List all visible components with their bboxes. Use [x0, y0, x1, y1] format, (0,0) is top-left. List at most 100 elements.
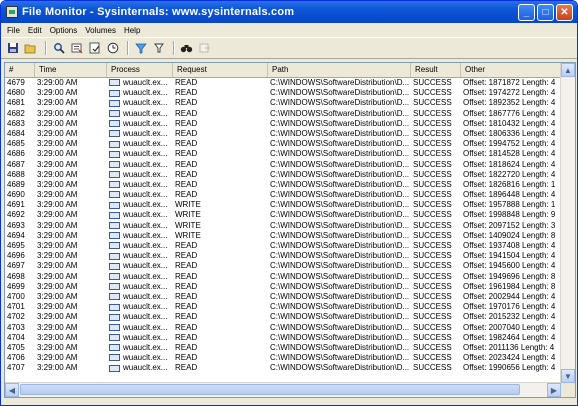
table-row[interactable]: 4686 3:29:00 AM wuauclt.ex... READ C:\WINDOW…: [5, 149, 561, 159]
process-icon: [109, 222, 120, 230]
row-request-text: WRITE: [175, 220, 201, 230]
row-process: wuauclt.ex...: [107, 180, 173, 190]
row-number-text: 4688: [7, 169, 25, 179]
table-row[interactable]: 4680 3:29:00 AM wuauclt.ex... READ C:\WINDOW…: [5, 88, 561, 98]
row-process: wuauclt.ex...: [107, 353, 173, 363]
row-time: 3:29:00 AM: [35, 292, 107, 302]
horizontal-scrollbar[interactable]: ◀ ▶: [5, 382, 561, 397]
row-other: Offset: 1896448 Length: 4: [461, 190, 561, 200]
row-process: wuauclt.ex...: [107, 231, 173, 241]
table-row[interactable]: 4696 3:29:00 AM wuauclt.ex... READ C:\WINDOW…: [5, 251, 561, 261]
process-icon: [109, 140, 120, 148]
table-row[interactable]: 4705 3:29:00 AM wuauclt.ex... READ C:\WINDOW…: [5, 343, 561, 353]
autoscroll-icon[interactable]: [87, 41, 102, 56]
capture-icon[interactable]: [69, 41, 84, 56]
table-row[interactable]: 4679 3:29:00 AM wuauclt.ex... READ C:\WINDOW…: [5, 78, 561, 88]
title-bar[interactable]: File Monitor - Sysinternals: www.sysinte…: [1, 1, 577, 23]
row-result: SUCCESS: [411, 312, 461, 322]
row-time-text: 3:29:00 AM: [37, 332, 78, 342]
row-number: 4685: [5, 139, 35, 149]
column-header-process[interactable]: Process: [107, 63, 173, 77]
table-row[interactable]: 4694 3:29:00 AM wuauclt.ex... WRITE C:\WINDO…: [5, 231, 561, 241]
row-path: C:\WINDOWS\SoftwareDistribution\D...: [268, 180, 411, 190]
column-header-path[interactable]: Path: [268, 63, 411, 77]
menu-edit[interactable]: Edit: [24, 26, 46, 35]
column-header-number[interactable]: #: [5, 63, 35, 77]
row-path: C:\WINDOWS\SoftwareDistribution\D...: [268, 221, 411, 231]
table-row[interactable]: 4691 3:29:00 AM wuauclt.ex... WRITE C:\WINDO…: [5, 200, 561, 210]
table-row[interactable]: 4695 3:29:00 AM wuauclt.ex... READ C:\WINDOW…: [5, 241, 561, 251]
maximize-button[interactable]: □: [537, 3, 554, 21]
row-process: wuauclt.ex...: [107, 282, 173, 292]
table-row[interactable]: 4704 3:29:00 AM wuauclt.ex... READ C:\WINDOW…: [5, 333, 561, 343]
table-row[interactable]: 4698 3:29:00 AM wuauclt.ex... READ C:\WINDOW…: [5, 272, 561, 282]
column-header-request[interactable]: Request: [173, 63, 268, 77]
row-result: SUCCESS: [411, 129, 461, 139]
table-row[interactable]: 4693 3:29:00 AM wuauclt.ex... WRITE C:\WINDO…: [5, 221, 561, 231]
scroll-down-button[interactable]: ▼: [561, 369, 575, 383]
find-icon[interactable]: [51, 41, 66, 56]
table-row[interactable]: 4683 3:29:00 AM wuauclt.ex... READ C:\WINDOW…: [5, 119, 561, 129]
process-icon: [109, 89, 120, 97]
toolbar-separator: [173, 41, 175, 55]
row-process-text: wuauclt.ex...: [123, 179, 168, 189]
jump-icon[interactable]: [197, 41, 212, 56]
column-header-other[interactable]: Other: [461, 63, 561, 77]
column-header-result[interactable]: Result: [411, 63, 461, 77]
event-list[interactable]: # Time Process Request Path Result Other…: [4, 62, 576, 398]
row-request: WRITE: [173, 200, 268, 210]
binoculars-icon[interactable]: [179, 41, 194, 56]
highlight-icon[interactable]: [151, 41, 166, 56]
row-result-text: SUCCESS: [413, 332, 452, 342]
table-row[interactable]: 4700 3:29:00 AM wuauclt.ex... READ C:\WINDOW…: [5, 292, 561, 302]
table-row[interactable]: 4682 3:29:00 AM wuauclt.ex... READ C:\WINDOW…: [5, 109, 561, 119]
table-row[interactable]: 4685 3:29:00 AM wuauclt.ex... READ C:\WINDOW…: [5, 139, 561, 149]
horizontal-scroll-thumb[interactable]: [20, 384, 520, 395]
process-icon: [109, 323, 120, 331]
filter-icon[interactable]: [133, 41, 148, 56]
table-row[interactable]: 4689 3:29:00 AM wuauclt.ex... READ C:\WINDOW…: [5, 180, 561, 190]
table-row[interactable]: 4701 3:29:00 AM wuauclt.ex... READ C:\WINDOW…: [5, 302, 561, 312]
row-process: wuauclt.ex...: [107, 241, 173, 251]
save-icon[interactable]: [5, 41, 20, 56]
menu-file[interactable]: File: [3, 26, 24, 35]
menu-help[interactable]: Help: [120, 26, 144, 35]
row-other: Offset: 1974272 Length: 4: [461, 88, 561, 98]
vertical-scrollbar[interactable]: ▲ ▼: [560, 63, 575, 383]
table-row[interactable]: 4702 3:29:00 AM wuauclt.ex... READ C:\WINDOW…: [5, 312, 561, 322]
row-result: SUCCESS: [411, 88, 461, 98]
row-process-text: wuauclt.ex...: [123, 291, 168, 301]
table-row[interactable]: 4707 3:29:00 AM wuauclt.ex... READ C:\WINDOW…: [5, 363, 561, 373]
table-row[interactable]: 4699 3:29:00 AM wuauclt.ex... READ C:\WINDOW…: [5, 282, 561, 292]
row-result: SUCCESS: [411, 333, 461, 343]
table-row[interactable]: 4706 3:29:00 AM wuauclt.ex... READ C:\WINDOW…: [5, 353, 561, 363]
table-row[interactable]: 4690 3:29:00 AM wuauclt.ex... READ C:\WINDOW…: [5, 190, 561, 200]
menu-options[interactable]: Options: [46, 26, 82, 35]
row-number-text: 4684: [7, 128, 25, 138]
row-process-text: wuauclt.ex...: [123, 169, 168, 179]
table-row[interactable]: 4688 3:29:00 AM wuauclt.ex... READ C:\WINDOW…: [5, 170, 561, 180]
row-request: READ: [173, 88, 268, 98]
table-row[interactable]: 4703 3:29:00 AM wuauclt.ex... READ C:\WINDOW…: [5, 323, 561, 333]
row-number: 4688: [5, 170, 35, 180]
table-row[interactable]: 4681 3:29:00 AM wuauclt.ex... READ C:\WINDOW…: [5, 98, 561, 108]
row-path-text: C:\WINDOWS\SoftwareDistribution\D...: [270, 332, 410, 342]
column-header-time[interactable]: Time: [35, 63, 107, 77]
row-process: wuauclt.ex...: [107, 119, 173, 129]
scroll-up-button[interactable]: ▲: [561, 63, 575, 77]
row-path: C:\WINDOWS\SoftwareDistribution\D...: [268, 343, 411, 353]
minimize-button[interactable]: _: [518, 3, 535, 21]
table-row[interactable]: 4684 3:29:00 AM wuauclt.ex... READ C:\WINDOW…: [5, 129, 561, 139]
row-time: 3:29:00 AM: [35, 98, 107, 108]
open-icon[interactable]: [23, 41, 38, 56]
scroll-left-button[interactable]: ◀: [5, 383, 19, 397]
time-icon[interactable]: [105, 41, 120, 56]
menu-volumes[interactable]: Volumes: [81, 26, 120, 35]
row-request-text: READ: [175, 322, 198, 332]
scroll-right-button[interactable]: ▶: [547, 383, 561, 397]
table-row[interactable]: 4687 3:29:00 AM wuauclt.ex... READ C:\WINDOW…: [5, 160, 561, 170]
row-time: 3:29:00 AM: [35, 129, 107, 139]
table-row[interactable]: 4692 3:29:00 AM wuauclt.ex... WRITE C:\WINDO…: [5, 210, 561, 220]
close-button[interactable]: ✕: [556, 3, 573, 21]
table-row[interactable]: 4697 3:29:00 AM wuauclt.ex... READ C:\WINDOW…: [5, 261, 561, 271]
